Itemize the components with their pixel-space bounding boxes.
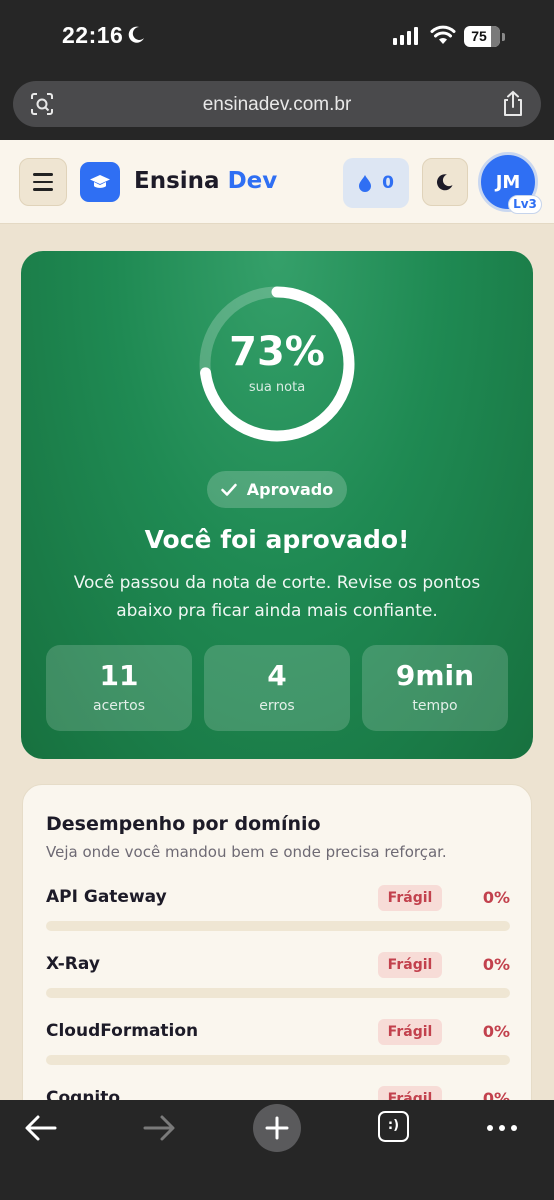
stat-value: 9min: [395, 659, 475, 692]
domain-percent: 0%: [482, 955, 510, 974]
result-card: 73% sua nota Aprovado Você foi aprovado!…: [21, 251, 533, 759]
brand-part-1: Ensina: [134, 168, 220, 194]
result-subtext: Você passou da nota de corte. Revise os …: [73, 573, 481, 621]
brand-part-2: Dev: [227, 168, 278, 194]
share-icon[interactable]: [501, 90, 525, 118]
url-bar[interactable]: ensinadev.com.br: [13, 81, 541, 127]
battery-level: 75: [471, 28, 487, 44]
tabs-button[interactable]: :): [378, 1111, 409, 1142]
domain-progress-bar: [46, 1055, 510, 1065]
section-subtitle: Veja onde você mandou bem e onde precisa…: [46, 843, 447, 861]
score-label: sua nota: [248, 380, 306, 395]
menu-icon-line: [33, 173, 53, 176]
wifi-icon: [430, 25, 456, 44]
domain-row: X-Ray Frágil 0%: [46, 952, 510, 1002]
signal-icon: [393, 27, 418, 45]
status-bar: 22:16 75: [0, 0, 554, 78]
domain-name: X-Ray: [46, 954, 100, 974]
stat-label: acertos: [93, 698, 145, 714]
domain-progress-bar: [46, 921, 510, 931]
status-time: 22:16: [62, 22, 124, 48]
browser-bar: ensinadev.com.br: [0, 78, 554, 140]
domain-progress-bar: [46, 988, 510, 998]
forward-arrow-icon[interactable]: [142, 1114, 176, 1142]
domain-percent: 0%: [482, 888, 510, 907]
app-header: Ensina Dev 0 JM Lv3: [0, 140, 554, 224]
domain-row: CloudFormation Frágil 0%: [46, 1019, 510, 1069]
stat-time: 9min tempo: [362, 645, 508, 731]
browser-toolbar: :): [0, 1100, 554, 1200]
stat-value: 11: [99, 659, 139, 692]
status-badge-label: Aprovado: [246, 480, 334, 499]
domain-percent: 0%: [482, 1022, 510, 1041]
streak-button[interactable]: 0: [343, 158, 409, 208]
battery-tip: [502, 33, 505, 41]
menu-button[interactable]: [19, 158, 67, 206]
new-tab-button[interactable]: [253, 1104, 301, 1152]
logo[interactable]: [80, 162, 120, 202]
status-badge: Aprovado: [207, 471, 347, 508]
fragile-tag: Frágil: [378, 952, 442, 978]
result-headline: Você foi aprovado!: [144, 525, 410, 554]
moon-icon: [436, 174, 453, 191]
plus-icon: [265, 1116, 289, 1140]
stat-correct: 11 acertos: [46, 645, 192, 731]
url-text[interactable]: ensinadev.com.br: [13, 94, 541, 116]
domain-name: CloudFormation: [46, 1021, 199, 1041]
check-icon: [221, 483, 237, 496]
domain-name: API Gateway: [46, 887, 167, 907]
battery-icon: 75: [464, 26, 500, 47]
section-title: Desempenho por domínio: [46, 813, 321, 835]
more-icon[interactable]: [487, 1125, 517, 1131]
stat-errors: 4 erros: [204, 645, 350, 731]
brand-name[interactable]: Ensina Dev: [134, 168, 277, 194]
fragile-tag: Frágil: [378, 1019, 442, 1045]
stat-label: erros: [259, 698, 295, 714]
back-arrow-icon[interactable]: [24, 1114, 58, 1142]
level-badge: Lv3: [508, 195, 542, 214]
theme-toggle-button[interactable]: [422, 158, 468, 206]
stat-label: tempo: [412, 698, 458, 714]
domain-performance-card: Desempenho por domínio Veja onde você ma…: [22, 784, 532, 1124]
drop-icon: [359, 175, 372, 192]
fragile-tag: Frágil: [378, 885, 442, 911]
domain-row: API Gateway Frágil 0%: [46, 885, 510, 935]
graduation-cap-icon: [90, 175, 110, 188]
score-value: 73%: [229, 329, 325, 375]
streak-count: 0: [382, 173, 394, 193]
avatar-initials: JM: [495, 171, 521, 193]
moon-icon: [128, 26, 144, 43]
stat-value: 4: [267, 659, 287, 692]
